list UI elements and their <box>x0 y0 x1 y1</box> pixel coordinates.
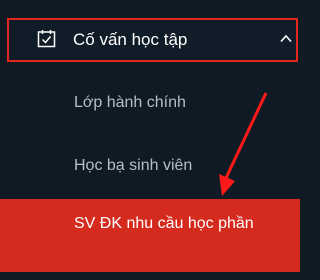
menu-group-header-co-van-hoc-tap[interactable]: Cố vấn học tập <box>7 18 298 62</box>
submenu-item-lop-hanh-chinh[interactable]: Lớp hành chính <box>74 93 186 113</box>
chevron-up-icon[interactable] <box>280 34 292 43</box>
submenu-item-sv-dk-nhu-cau-hoc-phan[interactable]: SV ĐK nhu cầu học phần <box>0 199 300 272</box>
submenu-item-hoc-ba-sinh-vien[interactable]: Học bạ sinh viên <box>74 156 192 176</box>
menu-group-label: Cố vấn học tập <box>73 30 188 49</box>
active-item-label: SV ĐK nhu cầu học phần <box>74 215 254 232</box>
sidebar-menu: Cố vấn học tập Lớp hành chính Học bạ sin… <box>0 0 308 280</box>
calendar-check-icon <box>37 30 56 48</box>
